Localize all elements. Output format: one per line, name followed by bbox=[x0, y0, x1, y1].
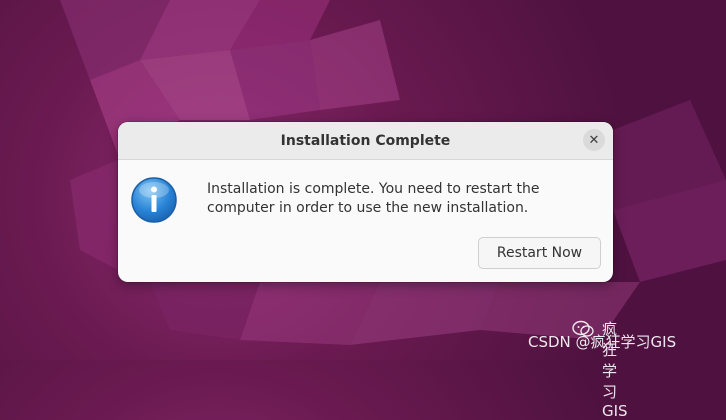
watermark-csdn: CSDN @疯狂学习GIS bbox=[528, 333, 677, 351]
installation-complete-dialog: Installation Complete ✕ Installation is … bbox=[118, 122, 613, 282]
info-icon bbox=[131, 177, 177, 223]
dialog-message: Installation is complete. You need to re… bbox=[207, 181, 540, 216]
close-icon: ✕ bbox=[588, 132, 600, 148]
dialog-titlebar: Installation Complete ✕ bbox=[118, 122, 613, 160]
restart-now-button[interactable]: Restart Now bbox=[478, 237, 601, 269]
dialog-title: Installation Complete bbox=[280, 132, 451, 149]
close-button[interactable]: ✕ bbox=[583, 129, 605, 151]
